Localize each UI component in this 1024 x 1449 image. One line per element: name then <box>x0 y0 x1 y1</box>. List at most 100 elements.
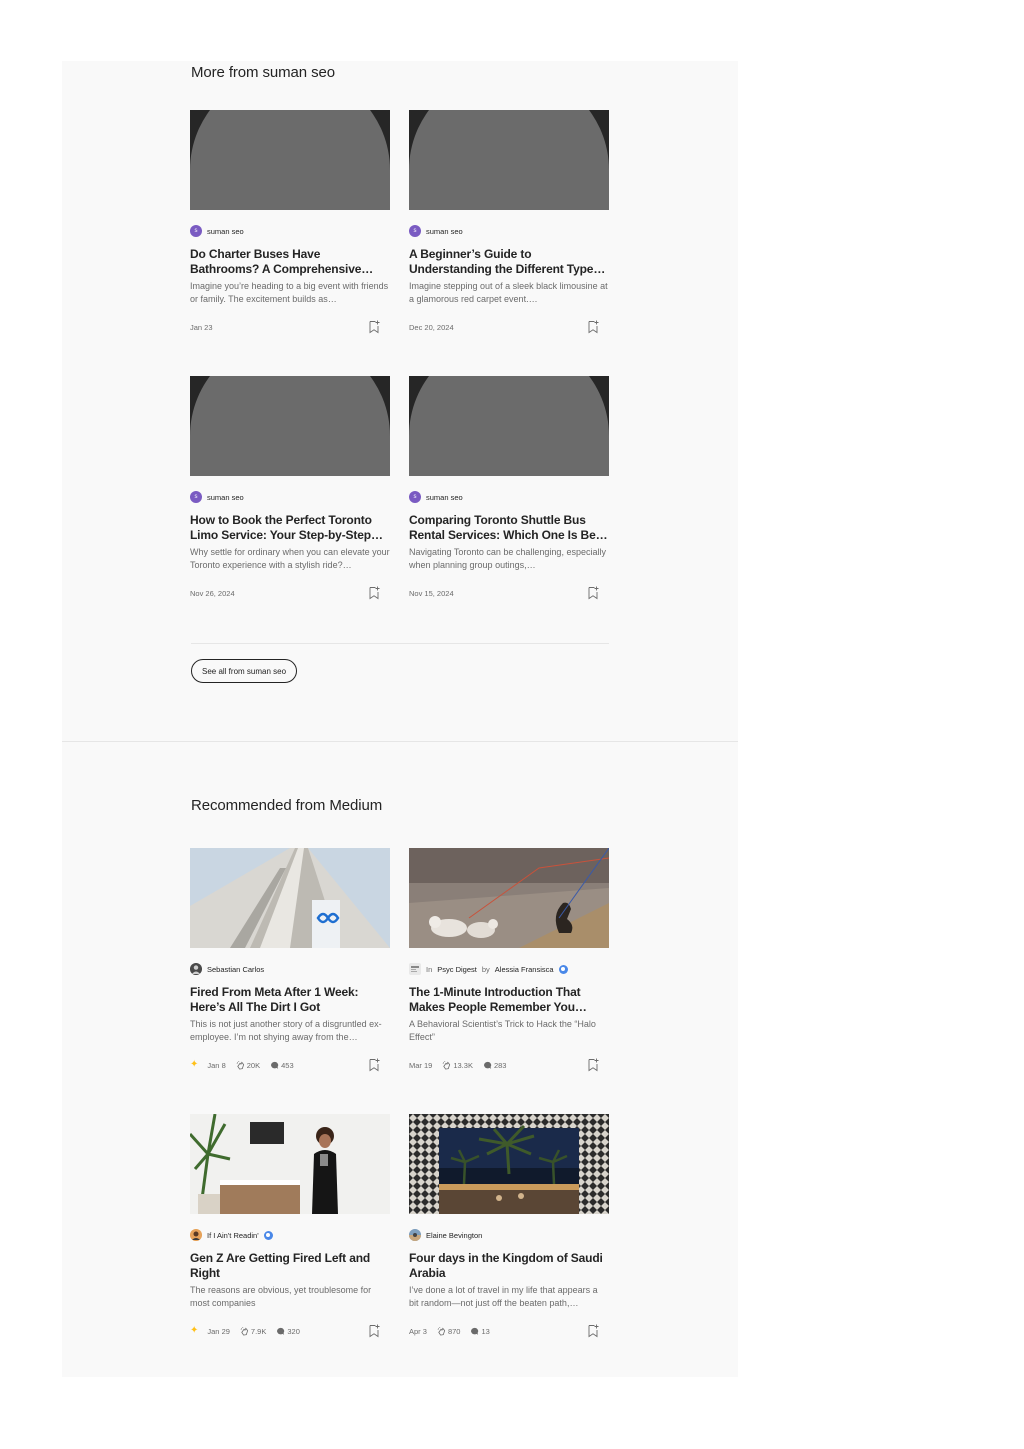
avatar[interactable] <box>190 1229 202 1241</box>
comment-bubble-icon <box>276 1327 285 1336</box>
verified-badge-icon <box>263 1230 273 1240</box>
avatar[interactable]: s <box>190 225 202 237</box>
author-name[interactable]: suman seo <box>426 493 463 502</box>
more-from-author-panel <box>62 61 738 741</box>
avatar[interactable]: s <box>409 225 421 237</box>
story-date: Apr 3 <box>409 1326 427 1336</box>
bookmark-add-icon[interactable] <box>587 320 599 334</box>
author-name[interactable]: Elaine Bevington <box>426 1231 482 1240</box>
story-title[interactable]: A Beginner’s Guide to Understanding the … <box>409 247 609 277</box>
author-row: Sebastian Carlos <box>190 962 390 976</box>
author-name[interactable]: Alessia Fransisca <box>495 965 554 974</box>
clap-icon <box>442 1060 451 1070</box>
avatar[interactable] <box>409 1229 421 1241</box>
author-name[interactable]: suman seo <box>426 227 463 236</box>
story-card[interactable]: s suman seo Do Charter Buses Have Bathro… <box>190 110 390 334</box>
bookmark-add-icon[interactable] <box>587 586 599 600</box>
story-meta: Dec 20, 2024 <box>409 320 609 334</box>
bookmark-add-icon[interactable] <box>368 586 380 600</box>
story-card[interactable]: In Psyc Digest by Alessia Fransisca The … <box>409 848 609 1072</box>
publication-icon[interactable] <box>409 963 421 975</box>
avatar[interactable]: s <box>190 491 202 503</box>
story-thumbnail[interactable] <box>190 1114 390 1214</box>
story-thumbnail[interactable] <box>190 376 390 476</box>
author-name[interactable]: suman seo <box>207 227 244 236</box>
story-thumbnail[interactable] <box>409 848 609 948</box>
bookmark-add-icon[interactable] <box>368 1058 380 1072</box>
comment-count[interactable]: 453 <box>270 1061 294 1070</box>
comment-bubble-icon <box>270 1061 279 1070</box>
bookmark-add-icon[interactable] <box>587 1058 599 1072</box>
story-title[interactable]: Fired From Meta After 1 Week: Here’s All… <box>190 985 390 1015</box>
story-thumbnail[interactable] <box>409 1114 609 1214</box>
story-date: Nov 15, 2024 <box>409 588 454 598</box>
verified-badge-icon <box>558 964 568 974</box>
recommended-heading: Recommended from Medium <box>191 797 383 814</box>
comment-count[interactable]: 283 <box>483 1060 507 1070</box>
clap-count[interactable]: 20K <box>236 1060 261 1070</box>
story-meta: ✦ Jan 29 7.9K 320 <box>190 1324 390 1338</box>
bookmark-add-icon[interactable] <box>368 320 380 334</box>
story-card[interactable]: s suman seo A Beginner’s Guide to Unders… <box>409 110 609 334</box>
story-date: Mar 19 <box>409 1060 433 1070</box>
author-row: s suman seo <box>409 224 609 238</box>
publication-name[interactable]: Psyc Digest <box>437 965 477 974</box>
story-thumbnail[interactable] <box>190 110 390 210</box>
story-date: Jan 29 <box>207 1326 230 1336</box>
avatar[interactable]: s <box>409 491 421 503</box>
star-icon: ✦ <box>190 1059 199 1070</box>
story-subtitle[interactable]: Imagine you’re heading to a big event wi… <box>190 280 390 305</box>
story-subtitle[interactable]: A Behavioral Scientist’s Trick to Hack t… <box>409 1018 609 1043</box>
comment-count-value: 453 <box>281 1060 294 1070</box>
by-label: by <box>481 964 490 974</box>
comment-count-value: 283 <box>493 1060 507 1070</box>
author-row: s suman seo <box>190 224 390 238</box>
story-thumbnail[interactable] <box>409 110 609 210</box>
story-subtitle[interactable]: Why settle for ordinary when you can ele… <box>190 546 390 571</box>
story-card[interactable]: s suman seo How to Book the Perfect Toro… <box>190 376 390 600</box>
recommended-panel <box>62 741 738 1377</box>
section-divider <box>191 643 609 644</box>
author-name[interactable]: If I Ain't Readin' <box>207 1231 259 1240</box>
more-from-author-heading: More from suman seo <box>191 64 335 81</box>
comment-count[interactable]: 13 <box>470 1326 490 1336</box>
story-meta: Nov 26, 2024 <box>190 586 390 600</box>
clap-count[interactable]: 13.3K <box>442 1060 473 1070</box>
story-meta: ✦ Jan 8 20K 453 <box>190 1058 390 1072</box>
story-title[interactable]: Four days in the Kingdom of Saudi Arabia <box>409 1251 609 1281</box>
story-meta: Jan 23 <box>190 320 390 334</box>
comment-count[interactable]: 320 <box>276 1327 300 1336</box>
story-thumbnail[interactable] <box>190 848 390 948</box>
story-title[interactable]: How to Book the Perfect Toronto Limo Ser… <box>190 513 390 543</box>
clap-count-value: 870 <box>447 1326 461 1336</box>
story-card[interactable]: s suman seo Comparing Toronto Shuttle Bu… <box>409 376 609 600</box>
story-subtitle[interactable]: I’ve done a lot of travel in my life tha… <box>409 1284 609 1309</box>
story-meta: Nov 15, 2024 <box>409 586 609 600</box>
story-date: Jan 23 <box>190 322 213 332</box>
story-title[interactable]: Do Charter Buses Have Bathrooms? A Compr… <box>190 247 390 277</box>
see-all-from-author-button[interactable]: See all from suman seo <box>191 659 298 683</box>
author-name[interactable]: Sebastian Carlos <box>207 965 264 974</box>
story-subtitle[interactable]: Imagine stepping out of a sleek black li… <box>409 280 609 305</box>
clap-icon <box>236 1060 245 1070</box>
story-subtitle[interactable]: The reasons are obvious, yet troublesome… <box>190 1284 390 1309</box>
story-card[interactable]: Sebastian Carlos Fired From Meta After 1… <box>190 848 390 1072</box>
bookmark-add-icon[interactable] <box>368 1324 380 1338</box>
clap-count[interactable]: 7.9K <box>240 1326 266 1336</box>
comment-count-value: 320 <box>287 1326 300 1336</box>
story-subtitle[interactable]: Navigating Toronto can be challenging, e… <box>409 546 609 571</box>
author-row: In Psyc Digest by Alessia Fransisca <box>409 962 609 976</box>
story-subtitle[interactable]: This is not just another story of a disg… <box>190 1018 390 1043</box>
story-card[interactable]: Elaine Bevington Four days in the Kingdo… <box>409 1114 609 1338</box>
author-name[interactable]: suman seo <box>207 493 244 502</box>
clap-count[interactable]: 870 <box>437 1326 461 1336</box>
story-title[interactable]: Comparing Toronto Shuttle Bus Rental Ser… <box>409 513 609 543</box>
avatar[interactable] <box>190 963 202 975</box>
story-title[interactable]: The 1-Minute Introduction That Makes Peo… <box>409 985 609 1015</box>
comment-count-value: 13 <box>481 1326 490 1336</box>
bookmark-add-icon[interactable] <box>587 1324 599 1338</box>
clap-count-value: 20K <box>246 1060 261 1070</box>
story-card[interactable]: If I Ain't Readin' Gen Z Are Getting Fir… <box>190 1114 390 1338</box>
story-thumbnail[interactable] <box>409 376 609 476</box>
story-title[interactable]: Gen Z Are Getting Fired Left and Right <box>190 1251 390 1281</box>
